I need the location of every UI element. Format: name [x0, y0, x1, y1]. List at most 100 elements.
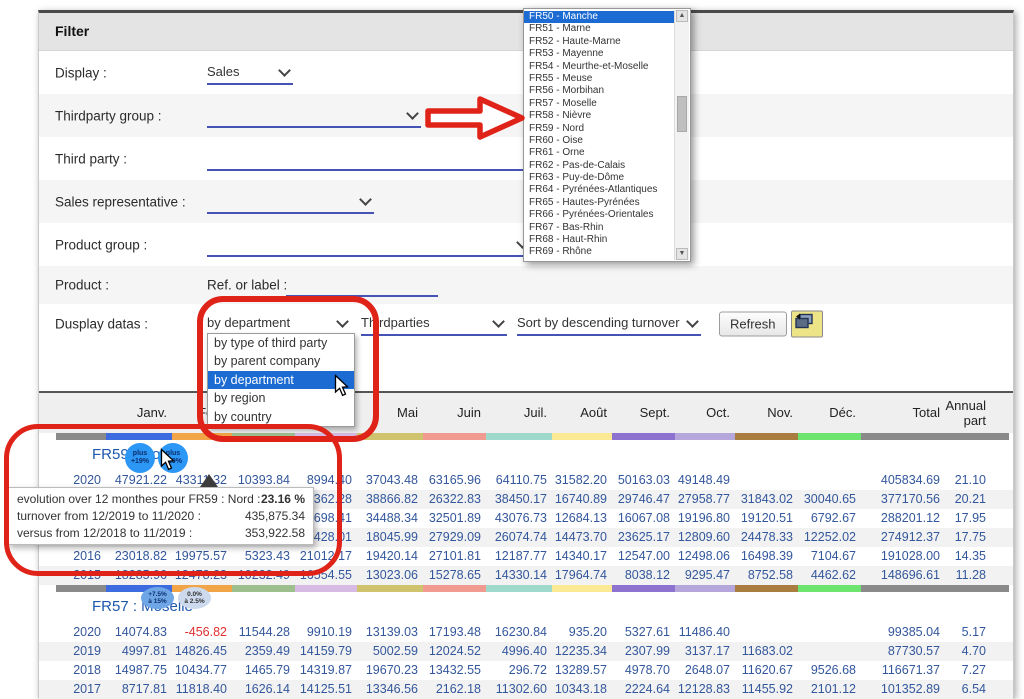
- department-option[interactable]: FR58 - Nièvre: [524, 110, 674, 122]
- value-cell: 23018.82: [106, 547, 172, 566]
- table-row: 202014074.83-456.8211544.289910.1913139.…: [39, 623, 1013, 642]
- product-group-label: Product group :: [55, 237, 147, 252]
- value-cell: 16740.89: [552, 490, 612, 509]
- color-segment: [106, 433, 172, 440]
- year-cell: 2015: [56, 566, 106, 585]
- group-by-option[interactable]: by department: [208, 371, 354, 389]
- color-segment: [612, 433, 675, 440]
- sales-table: Janv.Févr.MarsAvrilMaiJuinJuil.AoûtSept.…: [39, 391, 1013, 699]
- table-row: 201623018.8219975.575323.4321012.1719420…: [39, 547, 1013, 566]
- department-option[interactable]: FR64 - Pyrénées-Atlantiques: [524, 184, 674, 196]
- value-cell: 43076.73: [486, 509, 552, 528]
- department-option[interactable]: FR61 - Orne: [524, 147, 674, 159]
- value-cell: 2648.07: [675, 661, 735, 680]
- value-cell: 3137.17: [675, 642, 735, 661]
- department-option[interactable]: FR62 - Pas-de-Calais: [524, 160, 674, 172]
- entity-select[interactable]: Thirdparties: [361, 312, 507, 336]
- department-option[interactable]: FR54 - Meurthe-et-Moselle: [524, 61, 674, 73]
- group-by-option[interactable]: by type of third party: [208, 334, 354, 352]
- value-cell: 7.27: [945, 661, 991, 680]
- color-segment: [56, 585, 106, 592]
- scroll-down-button[interactable]: ▼: [676, 248, 688, 260]
- value-cell: 11302.60: [486, 680, 552, 699]
- value-cell: 11486.40: [675, 623, 735, 642]
- value-cell: 14319.87: [295, 661, 357, 680]
- value-cell: 19196.80: [675, 509, 735, 528]
- department-option[interactable]: FR63 - Puy-de-Dôme: [524, 172, 674, 184]
- value-cell: 148696.61: [861, 566, 945, 585]
- column-header: Annual part: [945, 393, 991, 428]
- department-option[interactable]: FR55 - Meuse: [524, 73, 674, 85]
- color-segment: [232, 585, 295, 592]
- color-segment: [295, 585, 357, 592]
- value-cell: 8038.12: [612, 566, 675, 585]
- refresh-button[interactable]: Refresh: [719, 312, 787, 337]
- badge-text: 0.0%: [178, 591, 211, 598]
- department-option[interactable]: FR57 - Moselle: [524, 98, 674, 110]
- color-segment: [357, 433, 423, 440]
- department-option[interactable]: FR59 - Nord: [524, 123, 674, 135]
- department-option[interactable]: FR52 - Haute-Marne: [524, 36, 674, 48]
- group-by-option[interactable]: by region: [208, 389, 354, 407]
- value-cell: 11.28: [945, 566, 991, 585]
- scroll-up-button[interactable]: ▲: [676, 10, 688, 22]
- department-option[interactable]: FR50 - Manche: [524, 11, 674, 23]
- export-button[interactable]: [791, 311, 823, 338]
- value-cell: 13432.55: [423, 661, 486, 680]
- department-option[interactable]: FR65 - Hautes-Pyrénées: [524, 197, 674, 209]
- value-cell: 26322.83: [423, 490, 486, 509]
- department-option[interactable]: FR60 - Oise: [524, 135, 674, 147]
- department-option[interactable]: FR56 - Morbihan: [524, 85, 674, 97]
- evolution-badge[interactable]: +7.5%à 15%: [141, 587, 174, 609]
- department-option[interactable]: FR53 - Mayenne: [524, 48, 674, 60]
- color-segment: [675, 585, 735, 592]
- sales-representative-select[interactable]: [207, 190, 374, 214]
- third-party-input[interactable]: [207, 147, 527, 171]
- value-cell: 29746.47: [612, 490, 675, 509]
- evolution-badge[interactable]: plus+19%: [125, 443, 155, 473]
- value-cell: 23625.17: [612, 528, 675, 547]
- department-option[interactable]: FR69 - Rhône: [524, 246, 674, 258]
- product-group-select[interactable]: [207, 233, 531, 257]
- value-cell: 2224.64: [612, 680, 675, 699]
- badge-text: +7.5%: [141, 591, 174, 598]
- value-cell: 5323.43: [232, 547, 295, 566]
- value-cell: 37043.48: [357, 471, 423, 490]
- product-label: Product :: [55, 278, 109, 293]
- evolution-badge[interactable]: plus+19%: [158, 443, 188, 473]
- dropdown-scrollbar[interactable]: ▲ ▼: [674, 10, 689, 260]
- column-header: Oct.: [675, 393, 735, 433]
- value-cell: 1465.79: [232, 661, 295, 680]
- column-header: Mai: [357, 393, 423, 433]
- group-by-option[interactable]: by parent company: [208, 352, 354, 370]
- evolution-badge[interactable]: 0.0%à 2.5%: [178, 587, 211, 609]
- value-cell: 31582.20: [552, 471, 612, 490]
- month-color-strip: [39, 433, 1013, 440]
- color-segment: [798, 585, 861, 592]
- value-cell: 377170.56: [861, 490, 945, 509]
- year-cell: 2018: [56, 661, 106, 680]
- thirdparty-group-select[interactable]: [207, 104, 421, 128]
- department-option[interactable]: FR67 - Bas-Rhin: [524, 222, 674, 234]
- year-cell: 2017: [56, 680, 106, 699]
- display-select[interactable]: Sales: [207, 61, 293, 85]
- value-cell: 15278.65: [423, 566, 486, 585]
- color-segment: [675, 433, 735, 440]
- color-segment: [295, 433, 357, 440]
- department-option[interactable]: FR51 - Marne: [524, 23, 674, 35]
- scrollbar-thumb[interactable]: [677, 96, 687, 132]
- color-segment: [423, 433, 486, 440]
- product-ref-input[interactable]: [286, 273, 438, 297]
- value-cell: 116671.37: [861, 661, 945, 680]
- value-cell: 14330.14: [486, 566, 552, 585]
- department-option[interactable]: FR68 - Haut-Rhin: [524, 234, 674, 246]
- value-cell: 288201.12: [861, 509, 945, 528]
- value-cell: 9295.47: [675, 566, 735, 585]
- column-header: [56, 393, 106, 433]
- chevron-down-icon: [278, 64, 291, 77]
- value-cell: 6792.67: [798, 509, 861, 528]
- table-row: 20194997.8114826.452359.4914159.795002.5…: [39, 642, 1013, 661]
- group-by-option[interactable]: by country: [208, 408, 354, 426]
- department-option[interactable]: FR66 - Pyrénées-Orientales: [524, 209, 674, 221]
- sort-select[interactable]: Sort by descending turnover: [517, 312, 701, 336]
